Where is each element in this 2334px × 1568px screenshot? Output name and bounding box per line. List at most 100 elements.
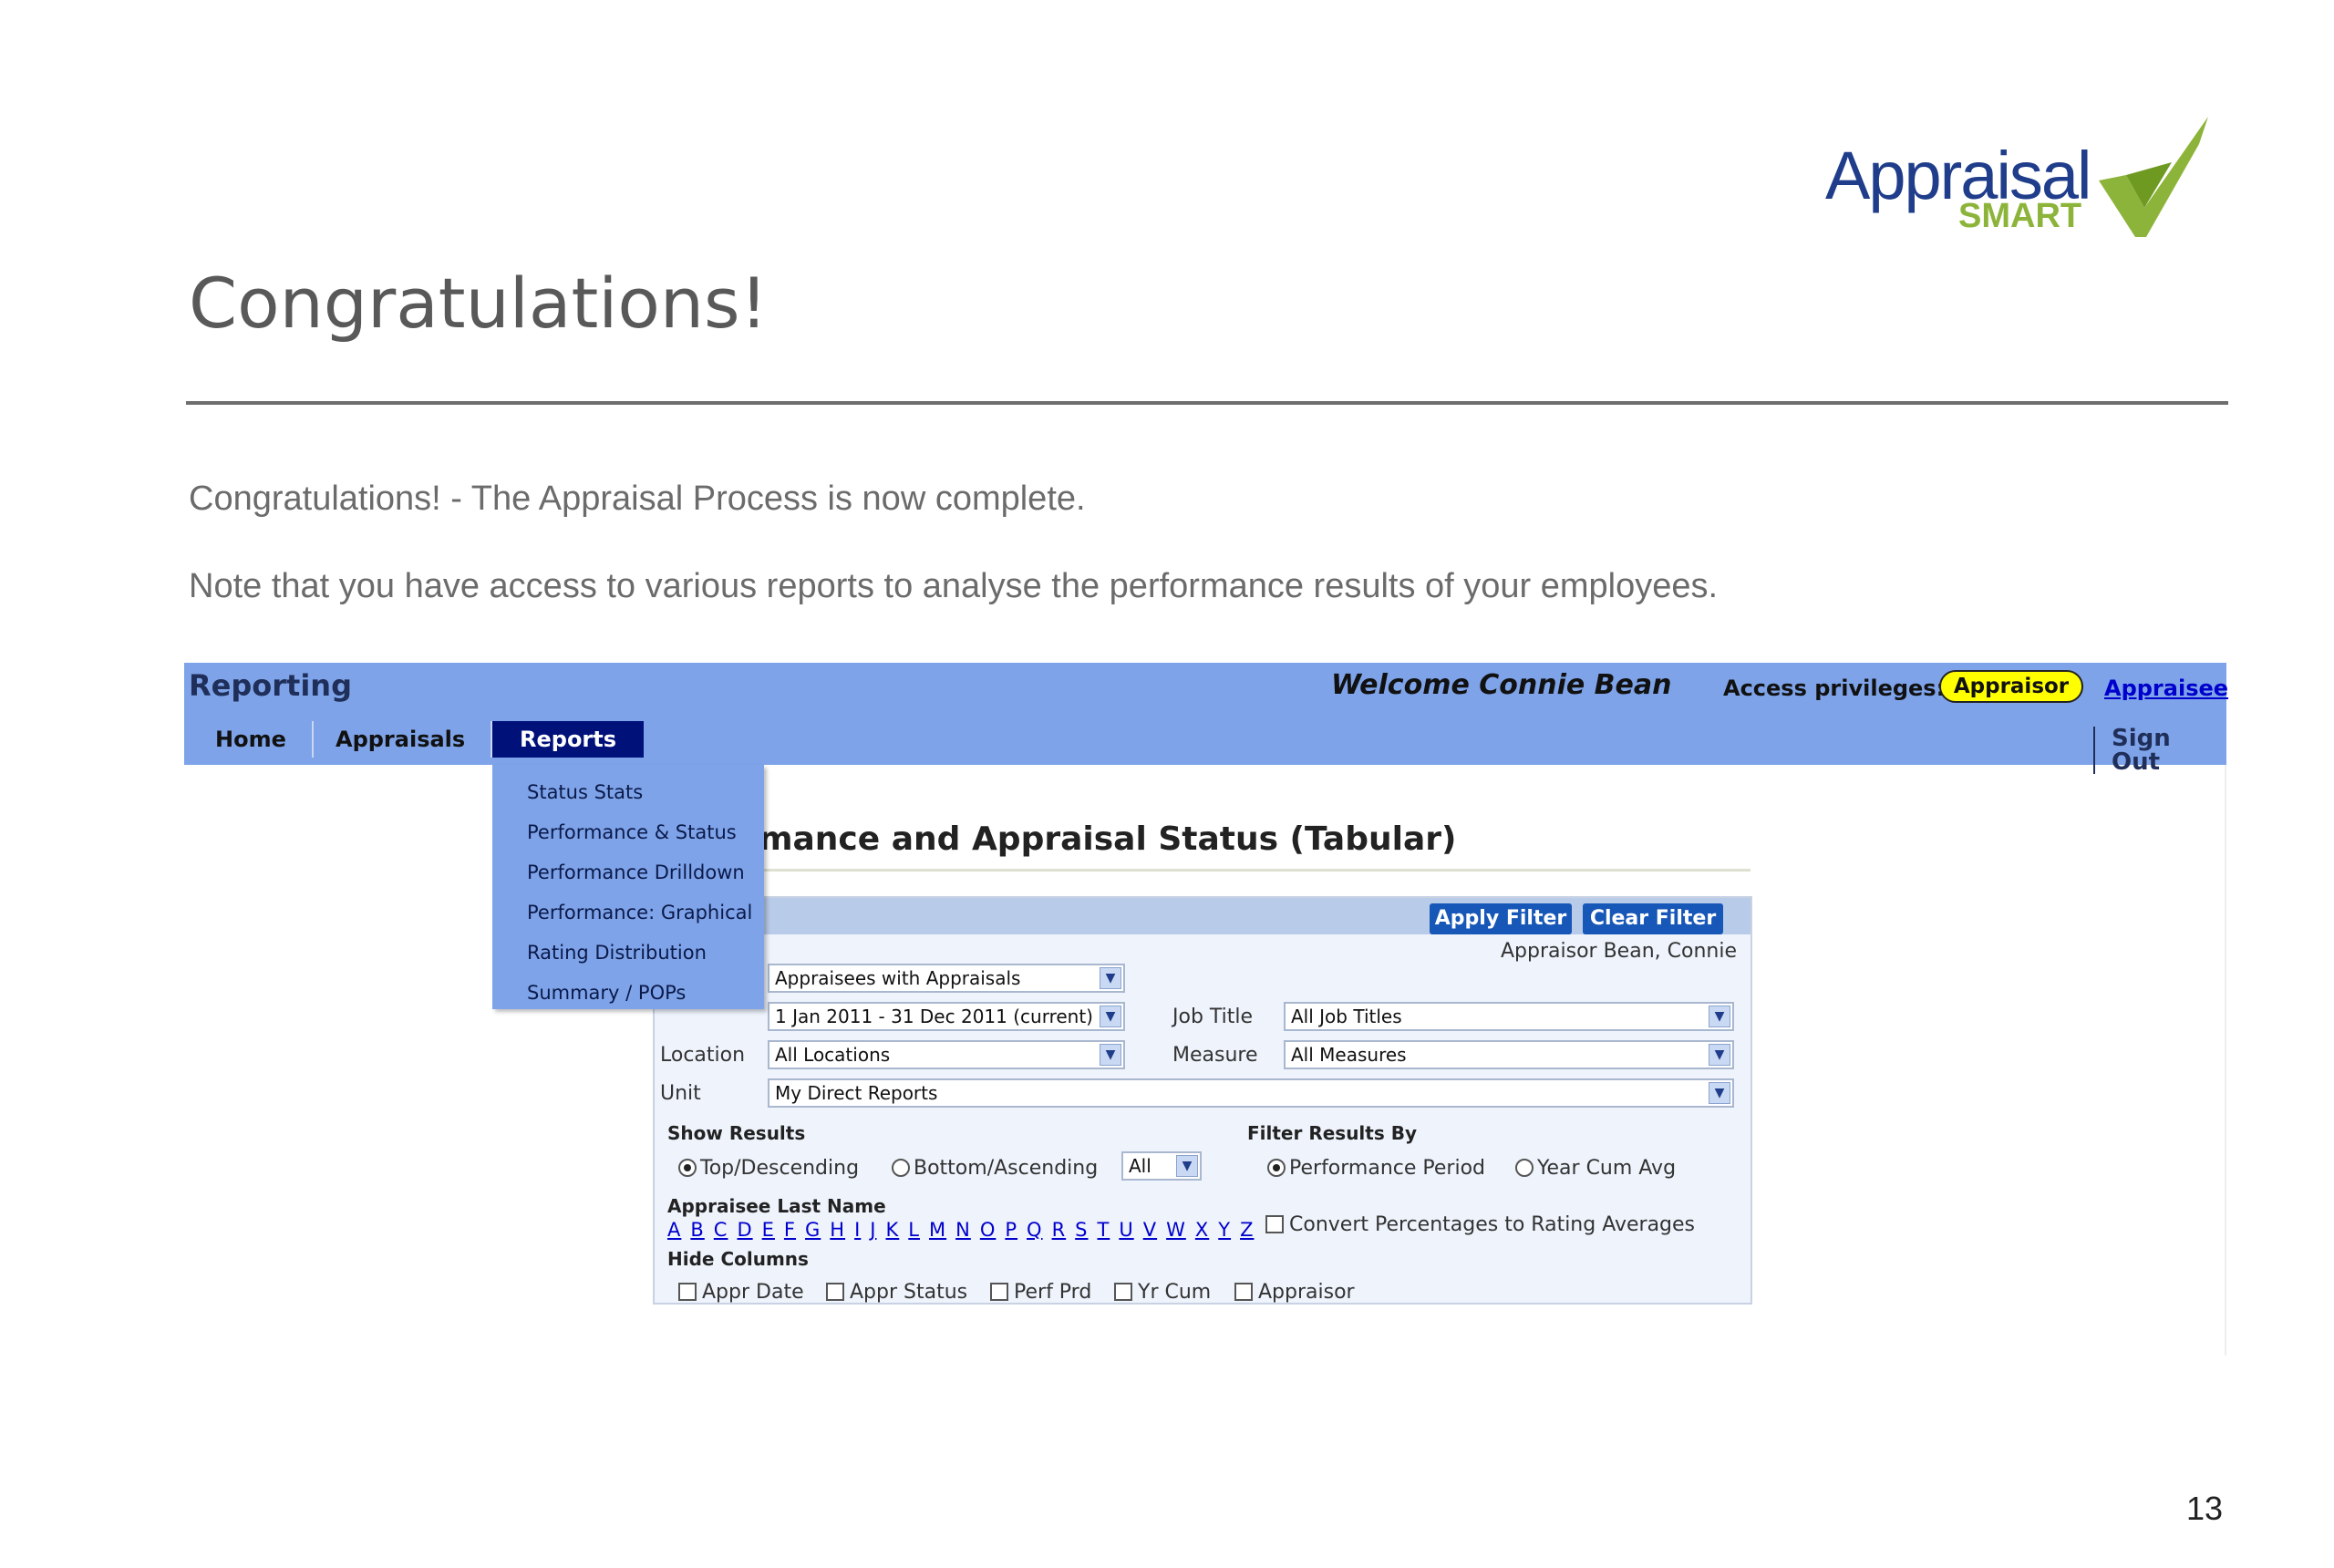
year-cum-avg-option[interactable]: Year Cum Avg [1515,1157,1676,1180]
appraisees-select-value: Appraisees with Appraisals [775,967,1021,989]
location-label: Location [660,1044,746,1067]
nav-home[interactable]: Home [190,721,314,758]
radio-empty-icon[interactable] [892,1159,910,1177]
unit-select[interactable]: My Direct Reports ▼ [768,1078,1734,1108]
menu-item-rating-distribution[interactable]: Rating Distribution [527,942,707,964]
chevron-down-icon: ▼ [1100,967,1121,989]
nav-reports[interactable]: Reports [492,721,645,758]
letter-link[interactable]: Y [1218,1219,1231,1241]
body-line-2: Note that you have access to various rep… [189,567,1719,605]
alphabet-filter: ABCDEFGHIJKLMNOPQRSTUVWXYZ [667,1219,1254,1241]
chevron-down-icon: ▼ [1176,1155,1198,1177]
performance-period-label: Performance Period [1289,1157,1486,1180]
convert-percentages-option[interactable]: Convert Percentages to Rating Averages [1265,1213,1695,1236]
hide-perf-prd-option[interactable]: Perf Prd [990,1281,1091,1304]
hide-yr-cum-option[interactable]: Yr Cum [1114,1281,1211,1304]
top-descending-label: Top/Descending [700,1157,860,1180]
result-count-select[interactable]: All ▼ [1121,1151,1202,1181]
logo-word-smart: SMART [1958,197,2082,235]
letter-link[interactable]: C [714,1219,728,1241]
letter-link[interactable]: U [1119,1219,1133,1241]
access-privileges-label: Access privileges: [1723,676,1946,701]
welcome-text: Welcome Connie Bean [1331,669,1672,701]
job-title-select[interactable]: All Job Titles ▼ [1284,1002,1734,1031]
convert-percentages-label: Convert Percentages to Rating Averages [1289,1213,1696,1236]
checkbox-icon[interactable] [1234,1283,1253,1301]
letter-link[interactable]: H [830,1219,845,1241]
period-select-value: 1 Jan 2011 - 31 Dec 2011 (current) [775,1006,1093,1027]
letter-link[interactable]: S [1075,1219,1088,1241]
sign-out-link[interactable]: Sign Out [2093,727,2226,774]
letter-link[interactable]: O [980,1219,997,1241]
letter-link[interactable]: R [1052,1219,1067,1241]
hide-appr-status-option[interactable]: Appr Status [826,1281,967,1304]
letter-link[interactable]: F [784,1219,796,1241]
hide-columns-label: Hide Columns [667,1248,809,1270]
bottom-ascending-label: Bottom/Ascending [914,1157,1099,1180]
page-heading: mance and Appraisal Status (Tabular) [759,820,1457,858]
menu-item-status-stats[interactable]: Status Stats [527,781,643,803]
checkbox-icon[interactable] [990,1283,1008,1301]
location-select[interactable]: All Locations ▼ [768,1040,1125,1069]
letter-link[interactable]: L [908,1219,920,1241]
hide-yr-cum-label: Yr Cum [1138,1281,1212,1304]
letter-link[interactable]: B [690,1219,704,1241]
job-title-select-value: All Job Titles [1291,1006,1402,1027]
location-select-value: All Locations [775,1044,891,1066]
letter-link[interactable]: I [854,1219,861,1241]
letter-link[interactable]: J [870,1219,876,1241]
hide-appr-status-label: Appr Status [850,1281,968,1304]
period-select[interactable]: 1 Jan 2011 - 31 Dec 2011 (current) ▼ [768,1002,1125,1031]
filter-panel: Apply Filter Clear Filter Appraisor Bean… [653,896,1752,1305]
letter-link[interactable]: Q [1027,1219,1043,1241]
title-divider [186,401,2228,405]
radio-selected-icon[interactable] [678,1159,697,1177]
appraisee-role-link[interactable]: Appraisee [2104,676,2228,701]
reporting-screenshot: Reporting Welcome Connie Bean Access pri… [184,663,2228,1356]
radio-selected-icon[interactable] [1267,1159,1286,1177]
letter-link[interactable]: T [1098,1219,1110,1241]
chevron-down-icon: ▼ [1709,1082,1730,1104]
performance-period-option[interactable]: Performance Period [1267,1157,1485,1180]
hide-appr-date-label: Appr Date [702,1281,804,1304]
letter-link[interactable]: X [1195,1219,1209,1241]
body-line-1: Congratulations! - The Appraisal Process… [189,480,1086,518]
letter-link[interactable]: A [667,1219,681,1241]
apply-filter-button[interactable]: Apply Filter [1430,903,1572,934]
letter-link[interactable]: D [737,1219,752,1241]
letter-link[interactable]: E [762,1219,775,1241]
letter-link[interactable]: G [805,1219,821,1241]
letter-link[interactable]: K [886,1219,900,1241]
slide-title: Congratulations! [189,263,769,344]
top-bar: Reporting Welcome Connie Bean Access pri… [184,663,2228,774]
menu-item-performance-drilldown[interactable]: Performance Drilldown [527,861,745,883]
letter-link[interactable]: W [1166,1219,1186,1241]
reports-dropdown-menu: Status Stats Performance & Status Perfor… [492,765,764,1009]
top-descending-option[interactable]: Top/Descending [678,1157,859,1180]
menu-item-summary-pops[interactable]: Summary / POPs [527,982,686,1004]
checkbox-icon[interactable] [678,1283,697,1301]
radio-empty-icon[interactable] [1515,1159,1534,1177]
letter-link[interactable]: N [955,1219,971,1241]
letter-link[interactable]: V [1143,1219,1157,1241]
hide-perf-prd-label: Perf Prd [1014,1281,1092,1304]
letter-link[interactable]: P [1005,1219,1017,1241]
letter-link[interactable]: Z [1240,1219,1254,1241]
nav-appraisals[interactable]: Appraisals [310,721,493,758]
menu-item-performance-status[interactable]: Performance & Status [527,821,737,843]
bottom-ascending-option[interactable]: Bottom/Ascending [892,1157,1098,1180]
hide-appr-date-option[interactable]: Appr Date [678,1281,804,1304]
unit-select-value: My Direct Reports [775,1082,938,1104]
measure-select[interactable]: All Measures ▼ [1284,1040,1734,1069]
clear-filter-button[interactable]: Clear Filter [1583,903,1723,934]
filter-results-by-label: Filter Results By [1247,1122,1417,1144]
appraisor-role-badge[interactable]: Appraisor [1939,670,2083,703]
checkbox-icon[interactable] [1265,1215,1284,1233]
checkbox-icon[interactable] [826,1283,844,1301]
hide-appraisor-option[interactable]: Appraisor [1234,1281,1355,1304]
appraisees-select[interactable]: Appraisees with Appraisals ▼ [768,964,1125,993]
measure-select-value: All Measures [1291,1044,1407,1066]
letter-link[interactable]: M [929,1219,946,1241]
checkbox-icon[interactable] [1114,1283,1132,1301]
menu-item-performance-graphical[interactable]: Performance: Graphical [527,902,752,923]
